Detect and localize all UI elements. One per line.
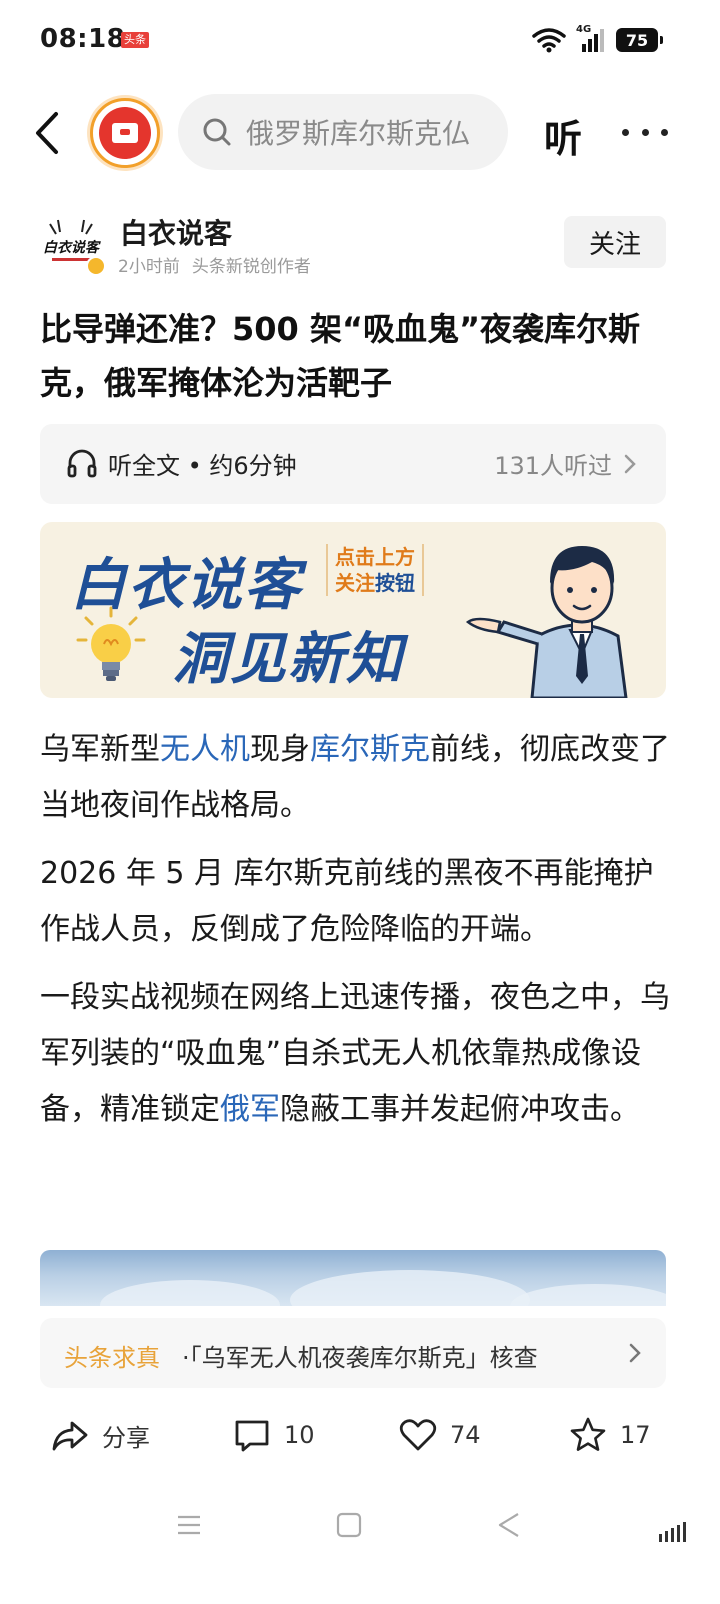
battery-icon: 75 [616, 28, 663, 52]
back-triangle-icon[interactable] [492, 1508, 526, 1542]
signal-bars-icon [659, 1522, 686, 1542]
search-bar[interactable]: 俄罗斯库尔斯克仏 [178, 94, 508, 170]
text-span: 现身 [250, 732, 310, 767]
text-span: 乌军新型 [40, 732, 160, 767]
listen-count: 131人听过 [494, 452, 612, 480]
text-span: 隐蔽工事并发起俯冲攻击。 [280, 1092, 640, 1127]
listen-full-text-bar[interactable]: 听全文 • 约6分钟 131人听过 [40, 424, 666, 504]
comment-icon [235, 1420, 269, 1452]
comment-count: 10 [284, 1421, 315, 1449]
like-count: 74 [450, 1421, 481, 1449]
article-title: 比导弹还准？500 架“吸血鬼”夜袭库尔斯克，俄军掩体沦为活靶子 [40, 310, 641, 402]
tag-link-drone[interactable]: 无人机 [160, 732, 250, 767]
fact-check-bar[interactable]: 头条求真 ·「乌军无人机夜袭库尔斯克」核查 [40, 1318, 666, 1388]
red-envelope-icon [99, 107, 151, 159]
top-nav: 俄罗斯库尔斯克仏 听 [0, 88, 720, 178]
search-icon [203, 118, 231, 146]
back-arrow-icon[interactable] [26, 110, 72, 156]
lightbulb-icon [76, 606, 146, 681]
menu-icon[interactable] [172, 1508, 206, 1542]
network-type: 4G [576, 24, 592, 35]
wifi-icon [532, 28, 566, 53]
listen-button[interactable]: 听 [544, 108, 582, 163]
headphone-icon [67, 449, 97, 478]
more-options-icon[interactable] [622, 112, 668, 152]
article-image[interactable] [40, 1250, 666, 1306]
verified-badge-icon [86, 256, 106, 276]
fact-check-tag: 头条求真 [64, 1344, 160, 1372]
author-banner-image: 白衣说客 点击上方 关注按钮 洞见新知 [40, 522, 666, 698]
banner-slogan: 洞见新知 [172, 627, 404, 692]
paragraph: 一段实战视频在网络上迅速传播，夜色之中，乌军列装的“吸血鬼”自杀式无人机依靠热成… [40, 970, 670, 1138]
fact-check-text: ·「乌军无人机夜袭库尔斯克」核查 [182, 1344, 538, 1372]
favorite-button[interactable]: 17 [568, 1410, 651, 1460]
action-bar: 分享 10 74 17 [0, 1404, 720, 1464]
signal-icon: 4G [576, 24, 606, 54]
banner-tip-button: 按钮 [375, 571, 415, 595]
chevron-right-icon [629, 1343, 641, 1363]
red-envelope-app-logo[interactable] [90, 98, 160, 168]
like-button[interactable]: 74 [398, 1410, 481, 1460]
status-bar: 08:18 头条 4G 75 [0, 0, 720, 80]
listen-full-text-label: 听全文 • 约6分钟 [108, 452, 297, 480]
post-time: 2小时前 [118, 257, 180, 277]
author-meta: 2小时前 头条新锐创作者 [118, 252, 311, 277]
favorite-count: 17 [620, 1421, 651, 1449]
banner-follow-tip: 点击上方 关注按钮 [326, 544, 424, 596]
share-label: 分享 [102, 1423, 150, 1452]
paragraph: 乌军新型无人机现身库尔斯克前线，彻底改变了当地夜间作战格局。 [40, 722, 670, 834]
banner-tip-follow: 关注 [335, 571, 375, 595]
paragraph: 2026 年 5 月 库尔斯克前线的黑夜不再能掩护作战人员，反倒成了危险降临的开… [40, 856, 654, 947]
search-placeholder: 俄罗斯库尔斯克仏 [246, 117, 471, 150]
star-icon [570, 1417, 606, 1451]
follow-button[interactable]: 关注 [564, 216, 666, 268]
avatar-logo-text: 白衣说客 [43, 239, 101, 256]
presenter-illustration [465, 546, 628, 698]
banner-tip-line1: 点击上方 [335, 545, 415, 569]
author-name[interactable]: 白衣说客 [120, 212, 232, 252]
chevron-right-icon [624, 454, 636, 474]
home-square-icon[interactable] [332, 1508, 366, 1542]
author-role: 头条新锐创作者 [191, 257, 311, 277]
status-time: 08:18 [40, 24, 126, 54]
status-icons: 4G 75 [532, 24, 663, 56]
system-navigation-bar [0, 1496, 720, 1556]
heart-icon [399, 1419, 437, 1451]
comment-button[interactable]: 10 [232, 1410, 315, 1460]
author-row: 白衣说客 白衣说客 2小时前 头条新锐创作者 关注 [40, 208, 666, 278]
article-body: 乌军新型无人机现身库尔斯克前线，彻底改变了当地夜间作战格局。 2026 年 5 … [40, 722, 670, 1150]
share-button[interactable]: 分享 [50, 1410, 150, 1460]
tag-link-kursk[interactable]: 库尔斯克 [310, 732, 430, 767]
app-notification-badge: 头条 [121, 32, 149, 48]
share-icon [52, 1421, 88, 1451]
tag-link-russian-army[interactable]: 俄军 [220, 1092, 280, 1127]
